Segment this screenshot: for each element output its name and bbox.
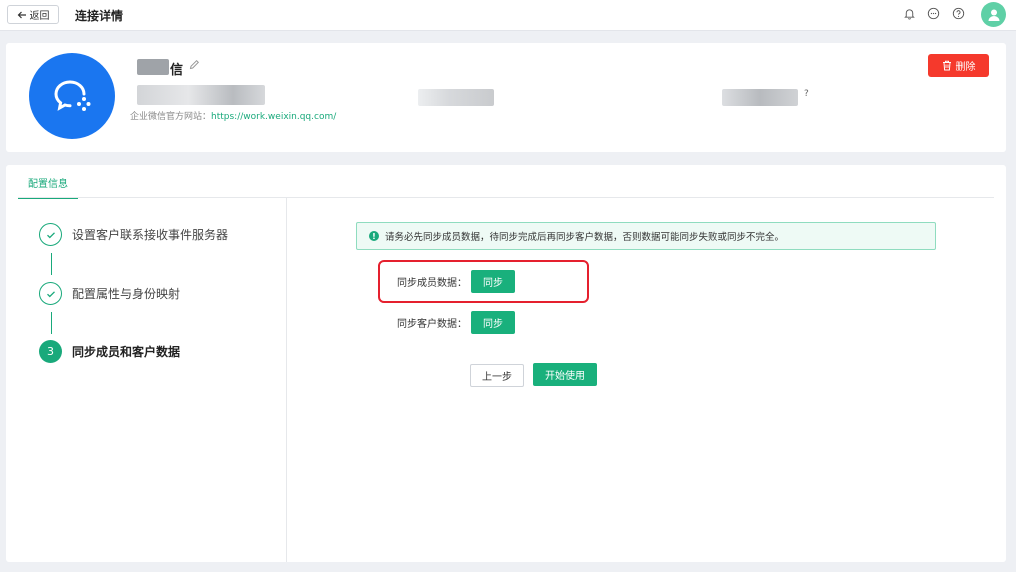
redacted-field-2: [418, 89, 494, 106]
question-mark-text: ?: [804, 89, 809, 99]
member-sync-button[interactable]: 同步: [471, 270, 515, 293]
step-connector-2: [51, 312, 52, 334]
step-2[interactable]: 配置属性与身份映射: [39, 282, 180, 305]
help-icon[interactable]: [952, 7, 965, 20]
redacted-field-1: [137, 85, 265, 105]
notice-text: 请务必先同步成员数据，待同步完成后再同步客户数据，否则数据可能同步失败或同步不完…: [385, 232, 785, 243]
tab-divider: [18, 197, 994, 198]
trash-icon: [942, 60, 951, 71]
delete-button[interactable]: 删除: [928, 54, 989, 77]
step-2-label: 配置属性与身份映射: [72, 287, 181, 301]
member-sync-row: 同步成员数据： 同步: [397, 270, 515, 293]
arrow-left-icon: [17, 11, 26, 18]
step-3-number: 3: [39, 340, 62, 363]
steps-divider: [286, 198, 287, 562]
previous-step-button[interactable]: 上一步: [470, 364, 524, 387]
check-icon: [46, 231, 55, 238]
app-name: 信: [170, 63, 184, 78]
website-line: 企业微信官方网站：https://work.weixin.qq.com/: [130, 109, 336, 122]
delete-label: 删除: [955, 62, 976, 73]
step-3-label: 同步成员和客户数据: [72, 345, 181, 359]
top-bar: 返回 连接详情: [0, 0, 1016, 31]
connector-header-card: 信 ? 企业微信官方网站：https://work.weixin.qq.com/…: [6, 43, 1006, 152]
info-icon: !: [369, 231, 379, 241]
customer-sync-row: 同步客户数据： 同步: [397, 311, 515, 334]
customer-sync-button[interactable]: 同步: [471, 311, 515, 334]
step-1[interactable]: 设置客户联系接收事件服务器: [39, 223, 228, 246]
page-title: 连接详情: [75, 9, 124, 23]
website-link[interactable]: https://work.weixin.qq.com/: [211, 112, 336, 122]
member-sync-label: 同步成员数据：: [397, 278, 467, 289]
step-1-check: [39, 223, 62, 246]
website-label: 企业微信官方网站：: [130, 112, 212, 122]
tab-config-info[interactable]: 配置信息: [18, 175, 78, 199]
sync-notice: ! 请务必先同步成员数据，待同步完成后再同步客户数据，否则数据可能同步失败或同步…: [356, 222, 936, 250]
message-icon[interactable]: [927, 7, 940, 20]
redacted-field-3: [722, 89, 798, 106]
config-card: 配置信息 设置客户联系接收事件服务器 配置属性与身份映射 3 同步成员和客户数据…: [6, 165, 1006, 562]
step-2-check: [39, 282, 62, 305]
check-icon: [46, 290, 55, 297]
back-label: 返回: [29, 11, 50, 22]
wechat-work-icon: [54, 80, 91, 111]
edit-pencil-icon[interactable]: [189, 59, 200, 70]
back-button[interactable]: 返回: [7, 5, 59, 24]
step-connector-1: [51, 253, 52, 275]
bell-icon[interactable]: [903, 7, 916, 20]
user-avatar-icon: [988, 9, 999, 21]
user-avatar[interactable]: [981, 2, 1006, 27]
start-using-button[interactable]: 开始使用: [533, 363, 597, 386]
step-1-label: 设置客户联系接收事件服务器: [72, 228, 229, 242]
app-logo: [29, 53, 115, 139]
step-3[interactable]: 3 同步成员和客户数据: [39, 340, 180, 363]
redacted-name: [137, 59, 169, 75]
customer-sync-label: 同步客户数据：: [397, 319, 467, 330]
